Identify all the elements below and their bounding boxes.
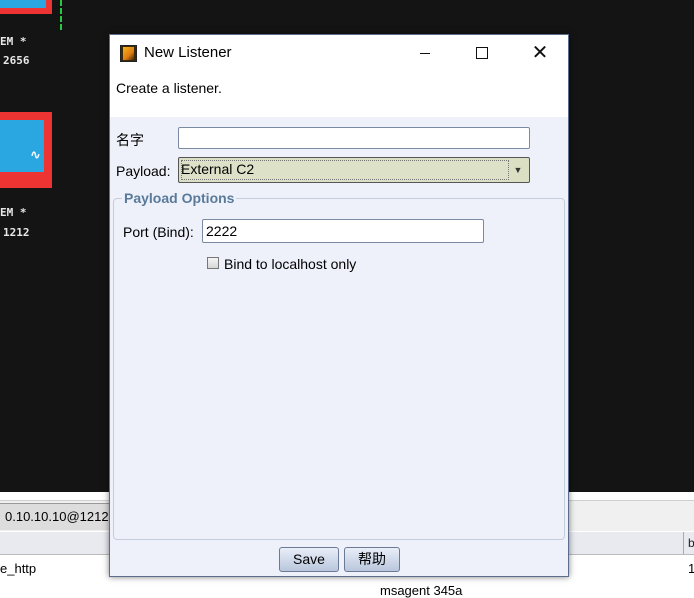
payload-label: Payload:: [116, 163, 171, 179]
title-bar[interactable]: New Listener ✕: [110, 35, 568, 71]
new-listener-dialog: New Listener ✕ Create a listener. 名字 Pay…: [109, 34, 569, 577]
description-panel: Create a listener.: [110, 71, 568, 117]
help-button[interactable]: 帮助: [344, 547, 400, 572]
host-user-label: EM *: [0, 206, 27, 219]
column-header-b[interactable]: b: [688, 536, 694, 550]
payload-options-title: Payload Options: [122, 190, 237, 206]
port-label: Port (Bind):: [123, 224, 194, 240]
column-separator[interactable]: [683, 532, 684, 554]
payload-options-group: Payload Options: [113, 190, 565, 540]
name-label: 名字: [116, 132, 144, 148]
table-cell: msagent 345a: [380, 583, 463, 598]
port-input[interactable]: [202, 219, 484, 243]
table-cell: e_http: [0, 561, 37, 576]
close-icon: ✕: [531, 42, 549, 64]
minimize-button[interactable]: [402, 35, 448, 71]
graph-edge: [60, 0, 62, 30]
dialog-description: Create a listener.: [116, 80, 222, 96]
tab-session[interactable]: 0.10.10.10@1212: [0, 503, 116, 530]
close-button[interactable]: ✕: [517, 35, 563, 71]
maximize-icon: [476, 47, 488, 59]
lightning-icon: ∿: [30, 148, 41, 163]
host-computer-icon[interactable]: [0, 0, 55, 18]
save-button[interactable]: Save: [279, 547, 339, 572]
app-icon: [120, 45, 137, 62]
host-computer-icon[interactable]: ∿: [0, 112, 58, 192]
host-pid-label: 2656: [3, 54, 30, 67]
table-cell: 1: [688, 561, 694, 576]
host-user-label: EM *: [0, 35, 27, 48]
payload-select[interactable]: External C2 ▼: [178, 157, 530, 183]
name-input[interactable]: [178, 127, 530, 149]
minimize-icon: [420, 53, 430, 54]
chevron-down-icon[interactable]: ▼: [511, 162, 525, 178]
maximize-button[interactable]: [458, 35, 504, 71]
bind-localhost-checkbox[interactable]: [207, 257, 219, 269]
bind-localhost-label[interactable]: Bind to localhost only: [224, 256, 356, 272]
payload-selected-value: External C2: [181, 161, 255, 177]
host-pid-label: 1212: [3, 226, 30, 239]
dialog-title: New Listener: [144, 44, 232, 61]
